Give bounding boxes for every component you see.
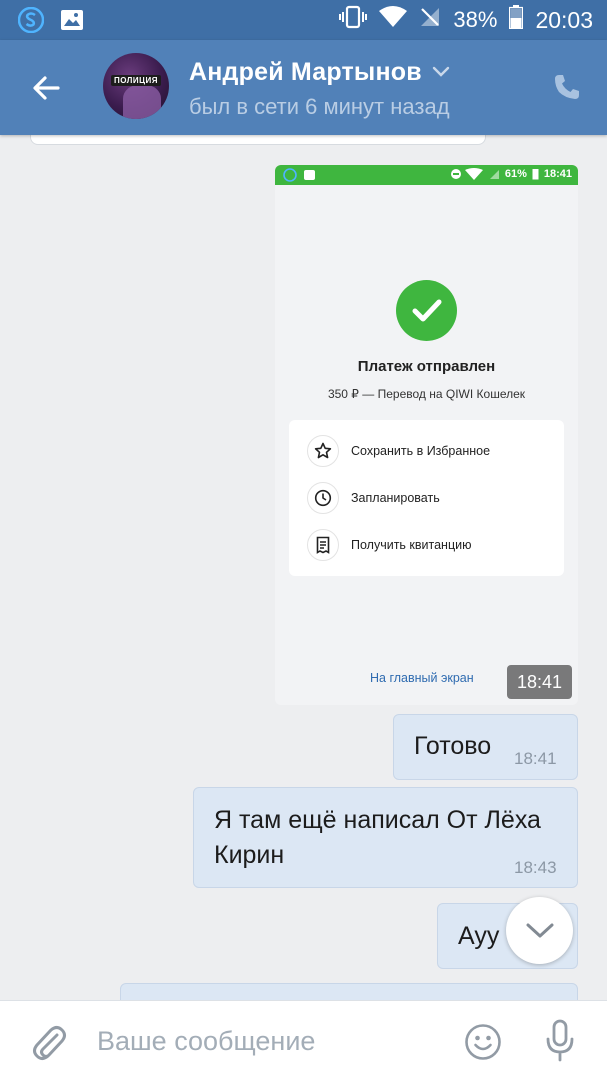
message-time: 18:41 (507, 665, 572, 699)
screenshot-app-icons (283, 168, 315, 182)
receipt-icon (307, 529, 339, 561)
message-time: 18:41 (514, 749, 557, 768)
outgoing-message-bubble[interactable]: Готово 18:41 (393, 714, 578, 780)
screenshot-battery: 61% (504, 168, 527, 180)
attach-button[interactable] (30, 1021, 68, 1063)
contact-name[interactable]: Андрей Мартынов (189, 58, 422, 87)
previous-image-attachment[interactable] (30, 135, 486, 145)
star-icon (307, 435, 339, 467)
payment-subtitle: 350 ₽ — Перевод на QIWI Кошелек (327, 387, 526, 401)
paperclip-icon (33, 1026, 66, 1060)
avatar-figure (123, 85, 161, 119)
message-time: 18:43 (514, 858, 557, 877)
success-check-icon (396, 280, 457, 341)
chevron-down-icon[interactable] (432, 66, 450, 78)
message-text: Готово (414, 732, 492, 760)
payment-title: Платеж отправлен (357, 358, 496, 375)
no-signal-icon (419, 6, 441, 34)
payment-screenshot-attachment[interactable]: 61% 18:41 Платеж отправлен 350 ₽ — Перев… (275, 165, 578, 705)
phone-icon (555, 75, 579, 99)
screenshot-battery-icon (532, 169, 539, 180)
action-label: Получить квитанцию (351, 538, 472, 552)
battery-icon (509, 5, 524, 35)
action-label: Запланировать (351, 491, 440, 505)
clock: 20:03 (535, 6, 593, 33)
message-composer (0, 1000, 607, 1080)
app-s-icon (17, 6, 45, 38)
clock-icon (307, 482, 339, 514)
avatar[interactable]: ПОЛИЦИЯ (103, 53, 169, 119)
outgoing-message-bubble[interactable]: Я там ещё написал От Лёха Кирин 18:43 (193, 787, 578, 888)
emoji-button[interactable] (464, 1023, 502, 1061)
gallery-icon (60, 8, 84, 37)
chat-header: ПОЛИЦИЯ Андрей Мартынов был в сети 6 мин… (0, 40, 607, 135)
home-screen-link: На главный экран (370, 671, 474, 685)
chevron-down-icon (526, 923, 553, 937)
smiley-icon (465, 1024, 501, 1060)
microphone-icon (546, 1019, 574, 1062)
back-button[interactable] (28, 70, 64, 106)
payment-actions-card: Сохранить в Избранное Запланировать Полу… (289, 420, 564, 576)
message-text: Ауу (458, 922, 500, 950)
outgoing-message-bubble-partial[interactable] (120, 983, 578, 1000)
action-label: Сохранить в Избранное (351, 444, 491, 458)
scroll-to-bottom-button[interactable] (506, 897, 573, 964)
vibrate-icon (339, 5, 368, 35)
screenshot-status-bar: 61% 18:41 (275, 165, 578, 185)
contact-status: был в сети 6 минут назад (189, 94, 450, 119)
voice-message-button[interactable] (543, 1019, 577, 1063)
arrow-left-icon (33, 76, 60, 100)
call-button[interactable] (552, 72, 582, 102)
action-schedule: Запланировать (307, 481, 440, 515)
action-get-receipt: Получить квитанцию (307, 528, 471, 562)
battery-percent: 38% (453, 7, 498, 32)
message-list[interactable]: 61% 18:41 Платеж отправлен 350 ₽ — Перев… (0, 135, 607, 1000)
status-bar: 38% 20:03 (0, 0, 607, 40)
message-input[interactable] (97, 1023, 437, 1059)
screenshot-clock: 18:41 (543, 168, 572, 180)
avatar-caption: ПОЛИЦИЯ (111, 75, 161, 86)
wifi-icon (379, 6, 408, 34)
screenshot-status-icons (450, 168, 499, 180)
action-save-favorite: Сохранить в Избранное (307, 434, 490, 468)
